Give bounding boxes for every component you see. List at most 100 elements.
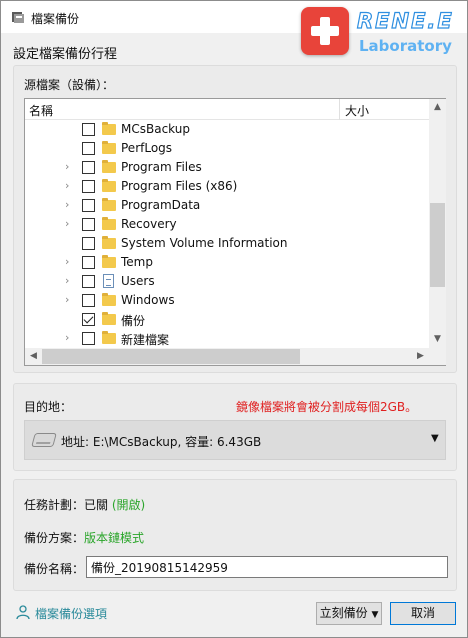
tree-row[interactable]: 備份	[25, 310, 429, 329]
scheme-label: 備份方案：	[24, 531, 85, 545]
tree-row[interactable]: PerfLogs	[25, 139, 429, 158]
window-title: 檔案備份	[31, 12, 80, 26]
folder-icon	[102, 198, 116, 211]
column-header-name[interactable]: 名稱	[29, 102, 53, 119]
destination-value: 地址: E:\MCsBackup, 容量: 6.43GB	[61, 435, 262, 449]
tree-row[interactable]: › Recovery	[25, 215, 429, 234]
page-subtitle: 設定檔案備份行程	[13, 47, 118, 62]
backup-name-label: 備份名稱：	[24, 562, 85, 576]
backup-options-link[interactable]: 檔案備份選項	[35, 605, 107, 622]
horizontal-scrollbar[interactable]: ◀ ▶	[25, 348, 429, 365]
row-checkbox[interactable]	[82, 237, 95, 250]
row-label: MCsBackup	[121, 122, 190, 136]
schedule-line: 任務計劃：已關 (開啟)	[24, 496, 145, 513]
row-checkbox[interactable]	[82, 199, 95, 212]
row-checkbox[interactable]	[82, 275, 95, 288]
folder-icon	[102, 160, 116, 173]
expand-chevron-icon[interactable]: ›	[65, 179, 69, 192]
vertical-scrollbar[interactable]: ▲ ▼	[429, 99, 446, 348]
app-icon	[12, 12, 24, 23]
schedule-enable-link[interactable]: (開啟)	[112, 498, 145, 512]
row-label: Program Files	[121, 160, 202, 174]
tree-row[interactable]: › Program Files (x86)	[25, 177, 429, 196]
destination-label: 目的地：	[24, 400, 73, 414]
folder-icon	[102, 331, 116, 344]
folder-icon	[102, 236, 116, 249]
expand-chevron-icon[interactable]: ›	[65, 160, 69, 173]
row-checkbox[interactable]	[82, 142, 95, 155]
expand-chevron-icon[interactable]: ›	[65, 274, 69, 287]
expand-chevron-icon[interactable]: ›	[65, 293, 69, 306]
source-panel: 源檔案（設備）： 名稱 大小 MCsBackup PerfLogs › Program…	[13, 65, 457, 373]
logo-cross-icon	[301, 7, 349, 55]
options-icon[interactable]	[15, 604, 31, 620]
row-label: 備份	[121, 314, 146, 328]
backup-dropdown-icon[interactable]: ▼	[371, 610, 378, 620]
tree-header: 名稱 大小	[25, 99, 429, 120]
document-icon	[103, 274, 114, 288]
scroll-right-icon[interactable]: ▶	[412, 348, 429, 365]
expand-chevron-icon[interactable]: ›	[65, 198, 69, 211]
scroll-down-icon[interactable]: ▼	[429, 331, 446, 348]
row-label: ProgramData	[121, 198, 201, 212]
scheme-value-link[interactable]: 版本鏈模式	[84, 531, 144, 545]
brand-logo: RENE.E Laboratory	[301, 7, 461, 61]
tree-row[interactable]: › Users	[25, 272, 429, 291]
scroll-corner	[429, 348, 446, 365]
logo-sub-text: Laboratory	[359, 37, 452, 55]
tree-row[interactable]: › Program Files	[25, 158, 429, 177]
expand-chevron-icon[interactable]: ›	[65, 255, 69, 268]
destination-panel: 目的地： 鏡像檔案將會被分割成每個2GB。 地址: E:\MCsBackup, …	[13, 383, 457, 471]
task-panel: 任務計劃：已關 (開啟) 備份方案：版本鏈模式 備份名稱：	[13, 479, 457, 591]
split-warning: 鏡像檔案將會被分割成每個2GB。	[236, 400, 418, 414]
tree-row[interactable]: System Volume Information	[25, 234, 429, 253]
horizontal-scroll-thumb[interactable]	[42, 349, 300, 364]
folder-icon	[102, 217, 116, 230]
column-header-size[interactable]: 大小	[345, 102, 369, 119]
folder-icon	[102, 122, 116, 135]
tree-row[interactable]: › ProgramData	[25, 196, 429, 215]
row-label: PerfLogs	[121, 141, 173, 155]
column-separator[interactable]	[339, 99, 340, 120]
scroll-left-icon[interactable]: ◀	[25, 348, 42, 365]
logo-brand-text: RENE.E	[356, 8, 454, 33]
row-label: System Volume Information	[121, 236, 288, 250]
dropdown-arrow-icon[interactable]: ▼	[431, 433, 439, 444]
drive-icon	[31, 433, 57, 447]
tree-row[interactable]: › Windows	[25, 291, 429, 310]
cancel-button[interactable]: 取消	[390, 602, 456, 625]
tree-row[interactable]: MCsBackup	[25, 120, 429, 139]
tree-row[interactable]: › 新建檔案	[25, 329, 429, 348]
folder-icon	[102, 293, 116, 306]
row-label: Windows	[121, 293, 175, 307]
row-checkbox[interactable]	[82, 313, 95, 326]
backup-now-button[interactable]: 立刻備份 ▼	[316, 602, 382, 625]
backup-name-input[interactable]	[86, 556, 448, 578]
row-checkbox[interactable]	[82, 161, 95, 174]
vertical-scroll-thumb[interactable]	[430, 203, 445, 287]
row-checkbox[interactable]	[82, 256, 95, 269]
row-checkbox[interactable]	[82, 180, 95, 193]
row-checkbox[interactable]	[82, 332, 95, 345]
folder-icon	[102, 179, 116, 192]
folder-icon	[102, 141, 116, 154]
row-label: Users	[121, 274, 155, 288]
scroll-up-icon[interactable]: ▲	[429, 99, 446, 116]
backup-now-label: 立刻備份	[319, 606, 368, 620]
row-label: Temp	[121, 255, 153, 269]
folder-icon	[102, 255, 116, 268]
tree-row[interactable]: › Temp	[25, 253, 429, 272]
row-checkbox[interactable]	[82, 218, 95, 231]
destination-select[interactable]: 地址: E:\MCsBackup, 容量: 6.43GB ▼	[24, 420, 446, 460]
row-checkbox[interactable]	[82, 294, 95, 307]
scheme-line: 備份方案：版本鏈模式	[24, 529, 144, 546]
expand-chevron-icon[interactable]: ›	[65, 217, 69, 230]
expand-chevron-icon[interactable]: ›	[65, 331, 69, 344]
schedule-label: 任務計劃：已關	[24, 498, 109, 512]
row-checkbox[interactable]	[82, 123, 95, 136]
row-label: Recovery	[121, 217, 177, 231]
backup-window: 檔案備份 RENE.E Laboratory 設定檔案備份行程 源檔案（設備）：…	[0, 0, 468, 638]
row-label: 新建檔案	[121, 333, 170, 347]
source-label: 源檔案（設備）：	[24, 78, 115, 92]
source-tree[interactable]: 名稱 大小 MCsBackup PerfLogs › Program Files › Pr…	[24, 98, 446, 366]
